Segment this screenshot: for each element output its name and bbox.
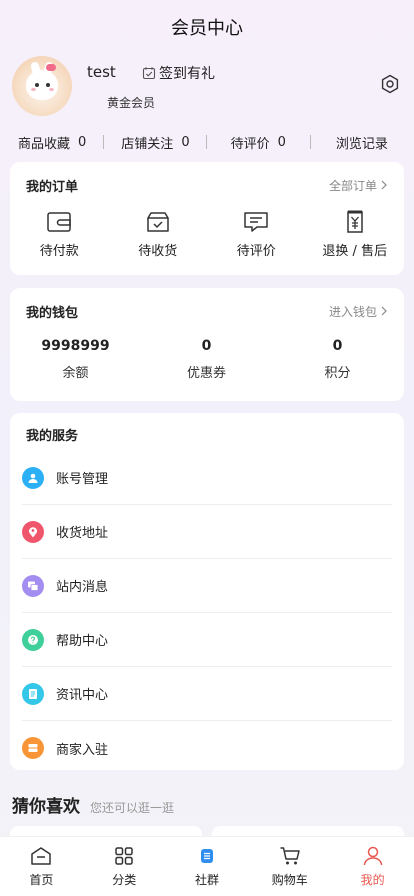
tab-label: 社群 bbox=[194, 873, 219, 887]
tab-cart[interactable]: 购物车 bbox=[248, 837, 331, 896]
service-label: 帮助中心 bbox=[56, 634, 109, 649]
wallet-card: 我的钱包 进入钱包 9998999 余额 0 优惠券 0 积分 bbox=[10, 288, 404, 401]
calendar-check-icon bbox=[142, 67, 156, 80]
stat-value: 0 bbox=[78, 134, 87, 150]
wallet-icon bbox=[47, 212, 71, 232]
wallet-label: 余额 bbox=[62, 366, 89, 381]
service-label: 站内消息 bbox=[56, 580, 109, 595]
all-orders-link[interactable]: 全部订单 bbox=[329, 177, 388, 194]
community-icon bbox=[200, 849, 213, 863]
stat-label: 店铺关注 bbox=[121, 136, 174, 152]
order-label: 待付款 bbox=[39, 244, 79, 259]
stat-favorites[interactable]: 商品收藏 0 bbox=[18, 133, 86, 152]
service-label: 商家入驻 bbox=[56, 742, 109, 758]
nav-bar: 会员中心 bbox=[0, 0, 414, 54]
wallet-label: 积分 bbox=[324, 366, 351, 381]
signin-button[interactable]: 签到有礼 bbox=[142, 63, 215, 83]
signin-label: 签到有礼 bbox=[159, 66, 215, 82]
services-card: 我的服务 账号管理 收货地址 站内消息 帮助中心 资讯中心 商家入驻 bbox=[10, 413, 404, 770]
avatar[interactable] bbox=[12, 56, 72, 116]
stat-pending-review[interactable]: 待评价 0 bbox=[231, 133, 286, 152]
cart-icon bbox=[280, 847, 300, 865]
comment-icon bbox=[244, 212, 268, 232]
order-pending-payment[interactable]: 待付款 bbox=[10, 210, 109, 259]
bottom-tab-bar: 首页 分类 社群 购物车 我的 bbox=[0, 836, 414, 896]
service-label: 收货地址 bbox=[56, 526, 109, 541]
enter-wallet-link[interactable]: 进入钱包 bbox=[329, 303, 388, 320]
guess-you-like-header: 猜你喜欢 您还可以逛一逛 bbox=[12, 792, 174, 817]
page-title: 会员中心 bbox=[171, 18, 243, 39]
stat-label: 待评价 bbox=[230, 136, 270, 152]
member-level: 黄金会员 bbox=[107, 96, 156, 110]
store-icon bbox=[22, 737, 44, 759]
service-news[interactable]: 资讯中心 bbox=[22, 667, 392, 721]
guess-title: 猜你喜欢 bbox=[12, 797, 80, 817]
service-label: 资讯中心 bbox=[56, 688, 109, 703]
service-account[interactable]: 账号管理 bbox=[22, 451, 392, 505]
home-icon bbox=[31, 847, 52, 865]
wallet-value: 0 bbox=[332, 338, 343, 354]
package-icon bbox=[147, 212, 169, 232]
order-label: 退换 / 售后 bbox=[322, 244, 388, 259]
message-icon bbox=[22, 574, 44, 597]
tab-label: 我的 bbox=[360, 873, 385, 887]
stats-row: 商品收藏 0 店铺关注 0 待评价 0 浏览记录 bbox=[0, 130, 414, 154]
orders-card: 我的订单 全部订单 待付款 待收货 待评价 退换 / 售后 bbox=[10, 162, 404, 275]
tab-label: 首页 bbox=[29, 873, 54, 887]
order-after-sales[interactable]: 退换 / 售后 bbox=[306, 210, 405, 259]
wallet-coupons[interactable]: 0 优惠券 bbox=[141, 338, 272, 381]
wallet-title: 我的钱包 bbox=[26, 305, 79, 321]
guess-subtitle: 您还可以逛一逛 bbox=[90, 801, 175, 815]
orders-title: 我的订单 bbox=[26, 179, 79, 195]
tab-home[interactable]: 首页 bbox=[0, 837, 83, 896]
service-merchant[interactable]: 商家入驻 bbox=[22, 721, 392, 775]
user-icon bbox=[22, 466, 44, 489]
service-address[interactable]: 收货地址 bbox=[22, 505, 392, 559]
service-messages[interactable]: 站内消息 bbox=[22, 559, 392, 613]
chevron-right-icon bbox=[381, 306, 387, 316]
divider bbox=[103, 135, 105, 149]
order-pending-review[interactable]: 待评价 bbox=[207, 210, 306, 259]
order-label: 待评价 bbox=[236, 244, 276, 259]
divider bbox=[309, 135, 311, 149]
tab-category[interactable]: 分类 bbox=[83, 837, 166, 896]
stat-browse-history[interactable]: 浏览记录 bbox=[336, 133, 388, 152]
wallet-label: 优惠券 bbox=[186, 366, 226, 381]
service-help[interactable]: 帮助中心 bbox=[22, 613, 392, 667]
tab-mine[interactable]: 我的 bbox=[331, 837, 414, 896]
wallet-balance[interactable]: 9998999 余额 bbox=[10, 338, 141, 381]
enter-wallet-label: 进入钱包 bbox=[328, 304, 377, 319]
stat-label: 浏览记录 bbox=[335, 136, 388, 152]
tab-label: 分类 bbox=[112, 873, 137, 887]
order-pending-receipt[interactable]: 待收货 bbox=[109, 210, 208, 259]
stat-shop-follows[interactable]: 店铺关注 0 bbox=[121, 133, 189, 152]
settings-gear-icon[interactable] bbox=[380, 74, 400, 94]
wallet-value: 9998999 bbox=[41, 338, 110, 354]
help-icon bbox=[22, 628, 44, 651]
divider bbox=[205, 135, 207, 149]
stat-label: 商品收藏 bbox=[18, 136, 71, 152]
profile-header: test 签到有礼 黄金会员 bbox=[0, 54, 414, 122]
location-icon bbox=[22, 520, 44, 543]
tab-community[interactable]: 社群 bbox=[166, 837, 249, 896]
profile-icon bbox=[363, 846, 382, 866]
stat-value: 0 bbox=[181, 134, 190, 150]
service-label: 账号管理 bbox=[56, 472, 109, 487]
category-icon bbox=[115, 847, 133, 865]
refund-icon bbox=[347, 210, 363, 233]
stat-value: 0 bbox=[277, 134, 286, 150]
chevron-right-icon bbox=[381, 180, 387, 190]
wallet-points[interactable]: 0 积分 bbox=[272, 338, 403, 381]
news-icon bbox=[22, 682, 44, 705]
order-label: 待收货 bbox=[138, 244, 178, 259]
services-title: 我的服务 bbox=[26, 428, 79, 444]
tab-label: 购物车 bbox=[271, 873, 308, 887]
all-orders-label: 全部订单 bbox=[328, 178, 377, 193]
username: test bbox=[87, 63, 116, 81]
wallet-value: 0 bbox=[201, 338, 212, 354]
